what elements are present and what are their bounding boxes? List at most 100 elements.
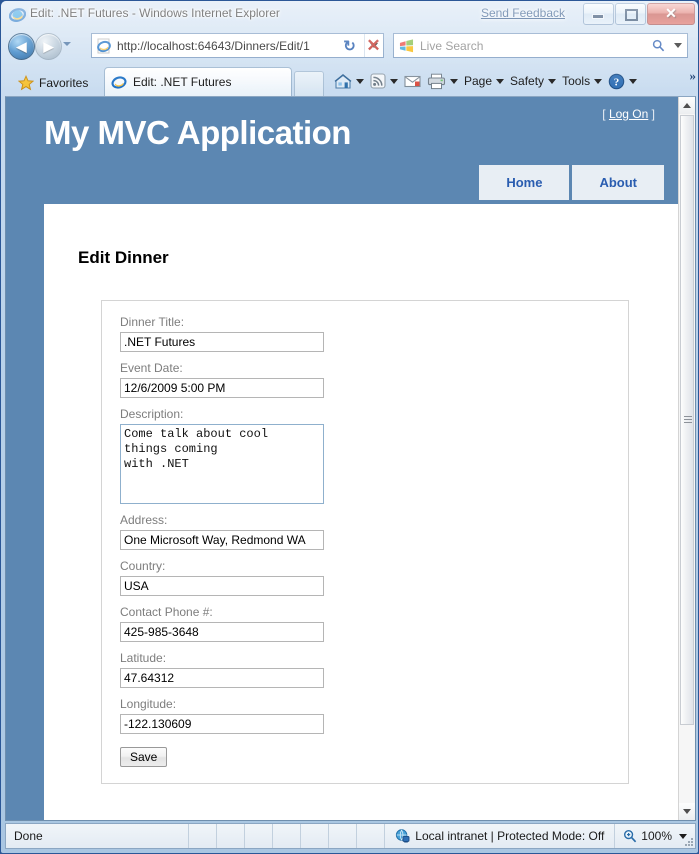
search-icon[interactable]: [647, 39, 669, 52]
page-menu-button[interactable]: Page: [461, 69, 507, 93]
log-on-link[interactable]: Log On: [609, 107, 648, 121]
status-bar: Done Local intranet | Protected Mode: Of…: [5, 823, 696, 849]
home-button[interactable]: [331, 69, 367, 93]
page-favicon-icon: [97, 38, 111, 53]
print-caret-icon: [450, 78, 458, 84]
favorites-button[interactable]: Favorites: [9, 69, 97, 96]
safety-menu-button[interactable]: Safety: [507, 69, 559, 93]
forward-arrow-icon: ▶: [43, 38, 54, 54]
title-bar: Edit: .NET Futures - Windows Internet Ex…: [1, 1, 698, 29]
send-feedback-link[interactable]: Send Feedback: [481, 6, 565, 20]
close-icon: ✕: [665, 6, 677, 22]
content-card: Edit Dinner Dinner Title: Event Date: De…: [44, 204, 679, 820]
safety-caret-icon: [548, 78, 557, 84]
dinner-title-input[interactable]: [120, 332, 324, 352]
search-dropdown-caret-icon[interactable]: [669, 34, 687, 57]
minimize-button[interactable]: [583, 3, 614, 25]
nav-item-about[interactable]: About: [572, 165, 664, 200]
dinner-title-label: Dinner Title:: [120, 315, 185, 329]
scroll-up-button[interactable]: [679, 97, 695, 114]
country-label: Country:: [120, 559, 166, 573]
web-page: [ Log On ] My MVC Application Home About…: [6, 97, 679, 820]
tools-menu-button[interactable]: Tools: [559, 69, 605, 93]
search-box[interactable]: Live Search: [393, 33, 688, 58]
internet-explorer-icon: [9, 8, 26, 22]
page-viewport: [ Log On ] My MVC Application Home About…: [5, 96, 696, 821]
security-zone[interactable]: Local intranet | Protected Mode: Off: [384, 824, 614, 848]
read-mail-button[interactable]: [401, 69, 424, 93]
back-arrow-icon: ◀: [16, 38, 27, 54]
home-caret-icon: [356, 78, 364, 84]
save-button[interactable]: Save: [120, 747, 168, 767]
latitude-label: Latitude:: [120, 651, 167, 665]
back-button[interactable]: ◀: [8, 33, 35, 60]
star-icon: [18, 74, 34, 90]
caption-buttons: ✕: [583, 3, 695, 25]
longitude-input[interactable]: [120, 714, 324, 734]
address-url-text[interactable]: http://localhost:64643/Dinners/Edit/1: [117, 39, 364, 53]
scrollbar-grip-icon: [684, 416, 692, 424]
logon-area: [ Log On ]: [602, 107, 655, 121]
search-placeholder-text[interactable]: Live Search: [420, 39, 647, 53]
feeds-caret-icon: [390, 78, 398, 84]
scrollbar-thumb[interactable]: [680, 115, 694, 725]
site-title: My MVC Application: [44, 114, 351, 151]
contact-phone-input[interactable]: [120, 622, 324, 642]
navigation-bar: ◀ ▶ http://localhost:64643/Dinners/Edit/…: [1, 29, 698, 63]
command-bar: Page Safety Tools ?: [331, 67, 640, 95]
event-date-label: Event Date:: [120, 361, 183, 375]
stop-button[interactable]: ✕: [361, 33, 386, 58]
new-tab-button[interactable]: [294, 71, 324, 96]
refresh-button[interactable]: ↻: [337, 33, 362, 58]
country-input[interactable]: [120, 576, 324, 596]
printer-icon: [427, 73, 446, 89]
print-button[interactable]: [424, 69, 461, 93]
recent-pages-caret-icon[interactable]: [63, 42, 71, 46]
mail-icon: [404, 75, 421, 87]
safety-menu-label: Safety: [510, 74, 545, 88]
toolbar-overflow-icon[interactable]: »: [690, 68, 697, 84]
logon-bracket-close: ]: [651, 107, 655, 121]
feeds-button[interactable]: [367, 69, 401, 93]
tab-title-text: Edit: .NET Futures: [133, 75, 232, 89]
windows-flag-icon: [399, 38, 414, 52]
longitude-label: Longitude:: [120, 697, 177, 711]
zoom-level-label: 100%: [641, 829, 672, 843]
site-navigation: Home About: [479, 165, 664, 200]
forward-button[interactable]: ▶: [35, 33, 62, 60]
field-event-date: Event Date:: [120, 361, 628, 398]
caret-down-icon: [683, 809, 691, 814]
address-input[interactable]: [120, 530, 324, 550]
latitude-input[interactable]: [120, 668, 324, 688]
browser-tab-active[interactable]: Edit: .NET Futures: [104, 67, 292, 96]
event-date-input[interactable]: [120, 378, 324, 398]
page-scrollbar[interactable]: [678, 97, 695, 820]
globe-icon: [396, 829, 410, 843]
help-button[interactable]: ?: [605, 69, 640, 93]
rss-feed-icon: [370, 73, 386, 89]
description-textarea[interactable]: Come talk about cool things coming with …: [120, 424, 324, 504]
zoom-icon: [624, 829, 637, 843]
description-label: Description:: [120, 407, 184, 421]
page-menu-label: Page: [464, 74, 493, 88]
page-caret-icon: [496, 78, 505, 84]
contact-phone-label: Contact Phone #:: [120, 605, 213, 619]
field-latitude: Latitude:: [120, 651, 628, 688]
restore-button[interactable]: [615, 3, 646, 25]
nav-item-home[interactable]: Home: [479, 165, 570, 200]
status-separators: [188, 824, 384, 848]
resize-grip-icon[interactable]: [683, 836, 693, 846]
field-description: Description: Come talk about cool things…: [120, 407, 628, 504]
security-zone-label: Local intranet | Protected Mode: Off: [415, 829, 605, 843]
favorites-label: Favorites: [39, 75, 89, 90]
scroll-down-button[interactable]: [679, 803, 695, 820]
page-title: Edit Dinner: [78, 248, 169, 267]
logon-bracket-open: [: [602, 107, 606, 121]
browser-window: Edit: .NET Futures - Windows Internet Ex…: [0, 0, 699, 854]
svg-text:?: ?: [614, 76, 620, 88]
tab-favicon-icon: [111, 76, 127, 89]
close-button[interactable]: ✕: [647, 3, 695, 25]
address-label: Address:: [120, 513, 168, 527]
field-contact-phone: Contact Phone #:: [120, 605, 628, 642]
caret-up-icon: [683, 103, 691, 108]
